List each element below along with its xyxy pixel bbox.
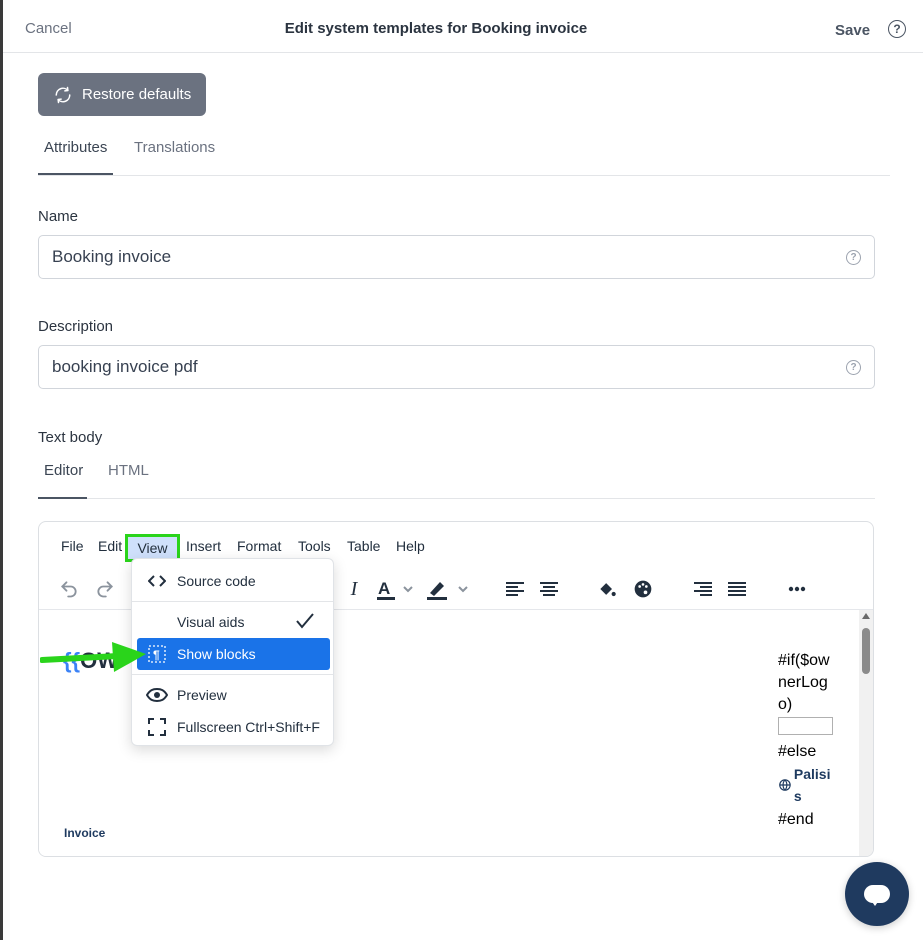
help-icon[interactable]: ? <box>888 20 906 38</box>
svg-text:A: A <box>378 579 390 598</box>
svg-text:¶: ¶ <box>153 648 160 662</box>
menu-tools[interactable]: Tools <box>298 538 331 554</box>
chat-button[interactable] <box>845 862 909 926</box>
menu-divider <box>132 674 333 675</box>
help-icon[interactable]: ? <box>846 250 861 265</box>
help-icon[interactable]: ? <box>846 360 861 375</box>
show-blocks-label: Show blocks <box>177 646 256 662</box>
window-edge <box>0 0 3 940</box>
annotation-arrow-icon <box>40 642 146 672</box>
menu-table[interactable]: Table <box>347 538 380 554</box>
scrollbar-thumb[interactable] <box>862 628 870 674</box>
source-code-label: Source code <box>177 573 256 589</box>
italic-icon[interactable]: I <box>343 577 365 601</box>
tab-editor[interactable]: Editor <box>44 462 83 479</box>
menu-item-show-blocks[interactable]: ¶ Show blocks <box>137 638 330 670</box>
end-directive: #end <box>778 811 814 828</box>
highlight-icon[interactable] <box>425 577 471 601</box>
justify-icon[interactable] <box>725 577 749 601</box>
fill-icon[interactable] <box>595 577 619 601</box>
description-field-wrapper: ? <box>38 345 875 389</box>
align-left-icon[interactable] <box>503 577 527 601</box>
menu-help[interactable]: Help <box>396 538 425 554</box>
name-field-wrapper: ? <box>38 235 875 279</box>
menu-format[interactable]: Format <box>237 538 281 554</box>
if-owner-logo: #if($ownerLogo) <box>778 652 830 713</box>
menu-divider <box>132 601 333 602</box>
owner-logo-block: #if($ownerLogo) #else Palisis #end <box>778 650 838 831</box>
restore-defaults-label: Restore defaults <box>82 86 192 103</box>
text-body-tabs: Editor HTML <box>38 454 875 499</box>
restore-defaults-button[interactable]: Restore defaults <box>38 73 206 116</box>
header: Cancel Edit system templates for Booking… <box>3 0 923 53</box>
preview-label: Preview <box>177 687 227 703</box>
align-right-icon[interactable] <box>691 577 715 601</box>
menu-insert[interactable]: Insert <box>186 538 221 554</box>
scroll-up-arrow-icon[interactable] <box>862 613 870 619</box>
subtab-active-indicator <box>38 497 87 499</box>
tab-html[interactable]: HTML <box>108 462 149 479</box>
undo-icon[interactable] <box>57 577 81 601</box>
description-label: Description <box>38 318 114 335</box>
chat-bubble-icon <box>864 885 890 906</box>
invoice-heading: Invoice <box>64 826 106 840</box>
palisis-logo: Palisis <box>778 763 838 807</box>
menu-item-fullscreen[interactable]: Fullscreen Ctrl+Shift+F <box>137 711 330 743</box>
description-input[interactable] <box>52 357 812 377</box>
checkmark-icon <box>296 612 314 632</box>
redo-icon[interactable] <box>93 577 117 601</box>
menu-item-visual-aids[interactable]: Visual aids <box>137 606 330 638</box>
name-input[interactable] <box>52 247 812 267</box>
align-center-icon[interactable] <box>537 577 561 601</box>
visual-aids-label: Visual aids <box>177 614 245 630</box>
main-tabs: Attributes Translations <box>38 130 890 176</box>
else-directive: #else <box>778 743 817 760</box>
tab-attributes[interactable]: Attributes <box>44 139 107 156</box>
tab-active-indicator <box>38 173 113 175</box>
fullscreen-label: Fullscreen <box>177 719 242 735</box>
menu-file[interactable]: File <box>61 538 84 554</box>
globe-icon <box>779 779 791 791</box>
eye-icon <box>137 688 177 702</box>
menu-item-source-code[interactable]: Source code <box>137 565 330 597</box>
more-icon[interactable] <box>785 577 809 601</box>
menu-item-preview[interactable]: Preview <box>137 679 330 711</box>
page-title: Edit system templates for Booking invoic… <box>284 20 588 37</box>
menu-edit[interactable]: Edit <box>98 538 122 554</box>
tab-translations[interactable]: Translations <box>134 139 215 156</box>
name-label: Name <box>38 208 79 225</box>
refresh-icon <box>55 86 71 103</box>
fullscreen-icon <box>137 718 177 736</box>
text-color-icon[interactable]: A <box>375 577 415 601</box>
text-body-label: Text body <box>38 429 103 446</box>
palisis-text: Palisis <box>793 766 831 804</box>
editor-scrollbar[interactable] <box>859 610 873 856</box>
palette-icon[interactable] <box>631 577 655 601</box>
save-button[interactable]: Save <box>835 22 870 39</box>
view-menu-dropdown: Source code Visual aids ¶ Show blocks Pr… <box>131 558 334 746</box>
fullscreen-shortcut: Ctrl+Shift+F <box>245 719 320 735</box>
owner-logo-image <box>778 717 833 735</box>
code-icon <box>137 574 177 588</box>
